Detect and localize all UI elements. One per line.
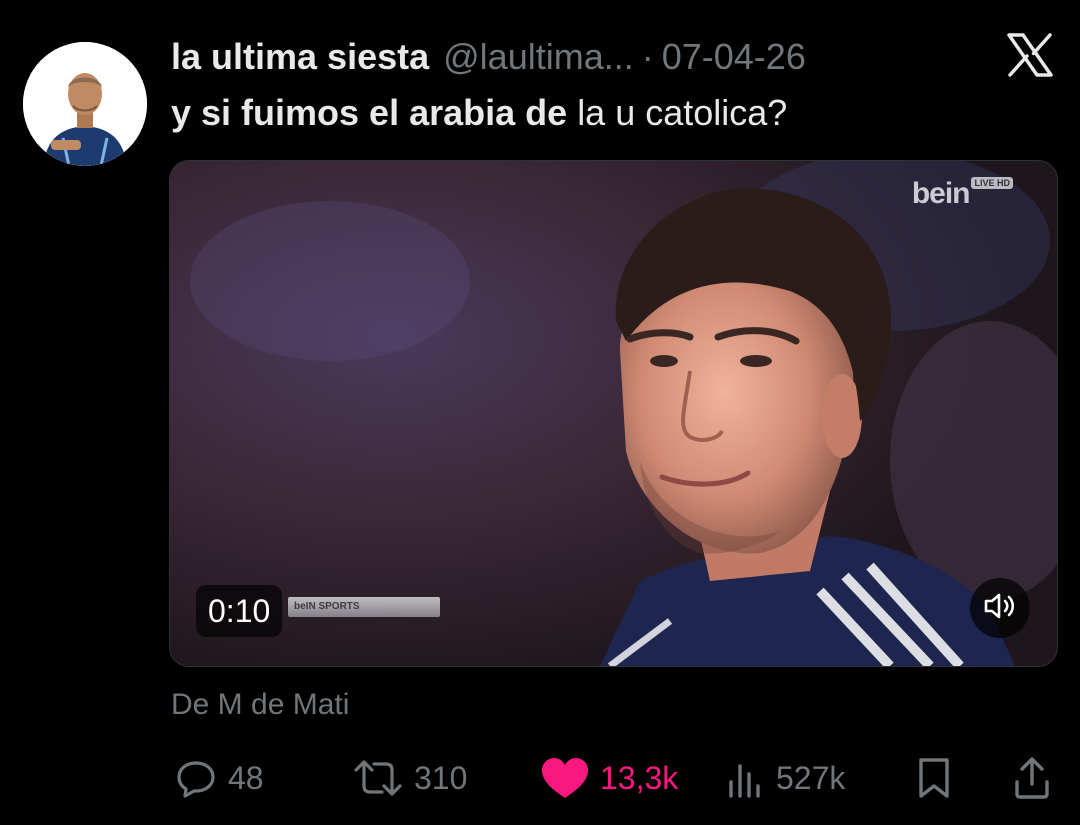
separator-dot: · [641,36,654,77]
user-handle[interactable]: @laultima... [443,36,634,78]
like-button[interactable]: 13,3k [540,750,678,806]
reply-button[interactable]: 48 [174,750,264,806]
avatar-image [23,42,147,166]
video-player[interactable]: bein LIVE HD beIN SPORTS 0:10 [169,160,1058,667]
reply-count: 48 [228,759,264,796]
tweet-text: y si fuimos el arabia de la u catolica? [171,88,787,138]
reply-icon [174,756,218,800]
repost-button[interactable]: 310 [352,750,467,806]
like-count: 13,3k [600,759,679,796]
views-count: 527k [776,759,846,796]
views-button[interactable]: 527k [726,750,845,806]
broadcaster-watermark: bein LIVE HD [912,177,1013,211]
share-icon [1012,756,1052,800]
video-source[interactable]: De M de Mati [171,688,349,722]
display-name[interactable]: la ultima siesta [171,36,429,78]
video-frame [170,161,1057,666]
broadcast-ticker: beIN SPORTS [288,597,440,617]
tweet-text-regular: la u catolica? [577,92,788,133]
bookmark-button[interactable] [914,750,954,806]
heart-icon [540,756,590,800]
tweet-header: la ultima siesta @laultima... · 07-04-26 [171,32,806,82]
bookmark-icon [914,756,954,800]
avatar[interactable] [23,42,147,166]
sound-toggle-button[interactable] [970,578,1030,638]
video-timestamp: 0:10 [196,585,283,637]
tweet-date[interactable]: 07-04-26 [662,36,806,78]
views-icon [726,756,766,800]
action-bar: 48 310 13,3k 527k [0,750,1080,806]
tweet-text-bold: y si fuimos el arabia de [171,92,568,133]
speaker-icon [983,591,1017,626]
share-button[interactable] [1012,750,1052,806]
x-logo-icon[interactable] [1006,33,1054,77]
repost-icon [352,756,404,800]
repost-count: 310 [414,759,468,796]
